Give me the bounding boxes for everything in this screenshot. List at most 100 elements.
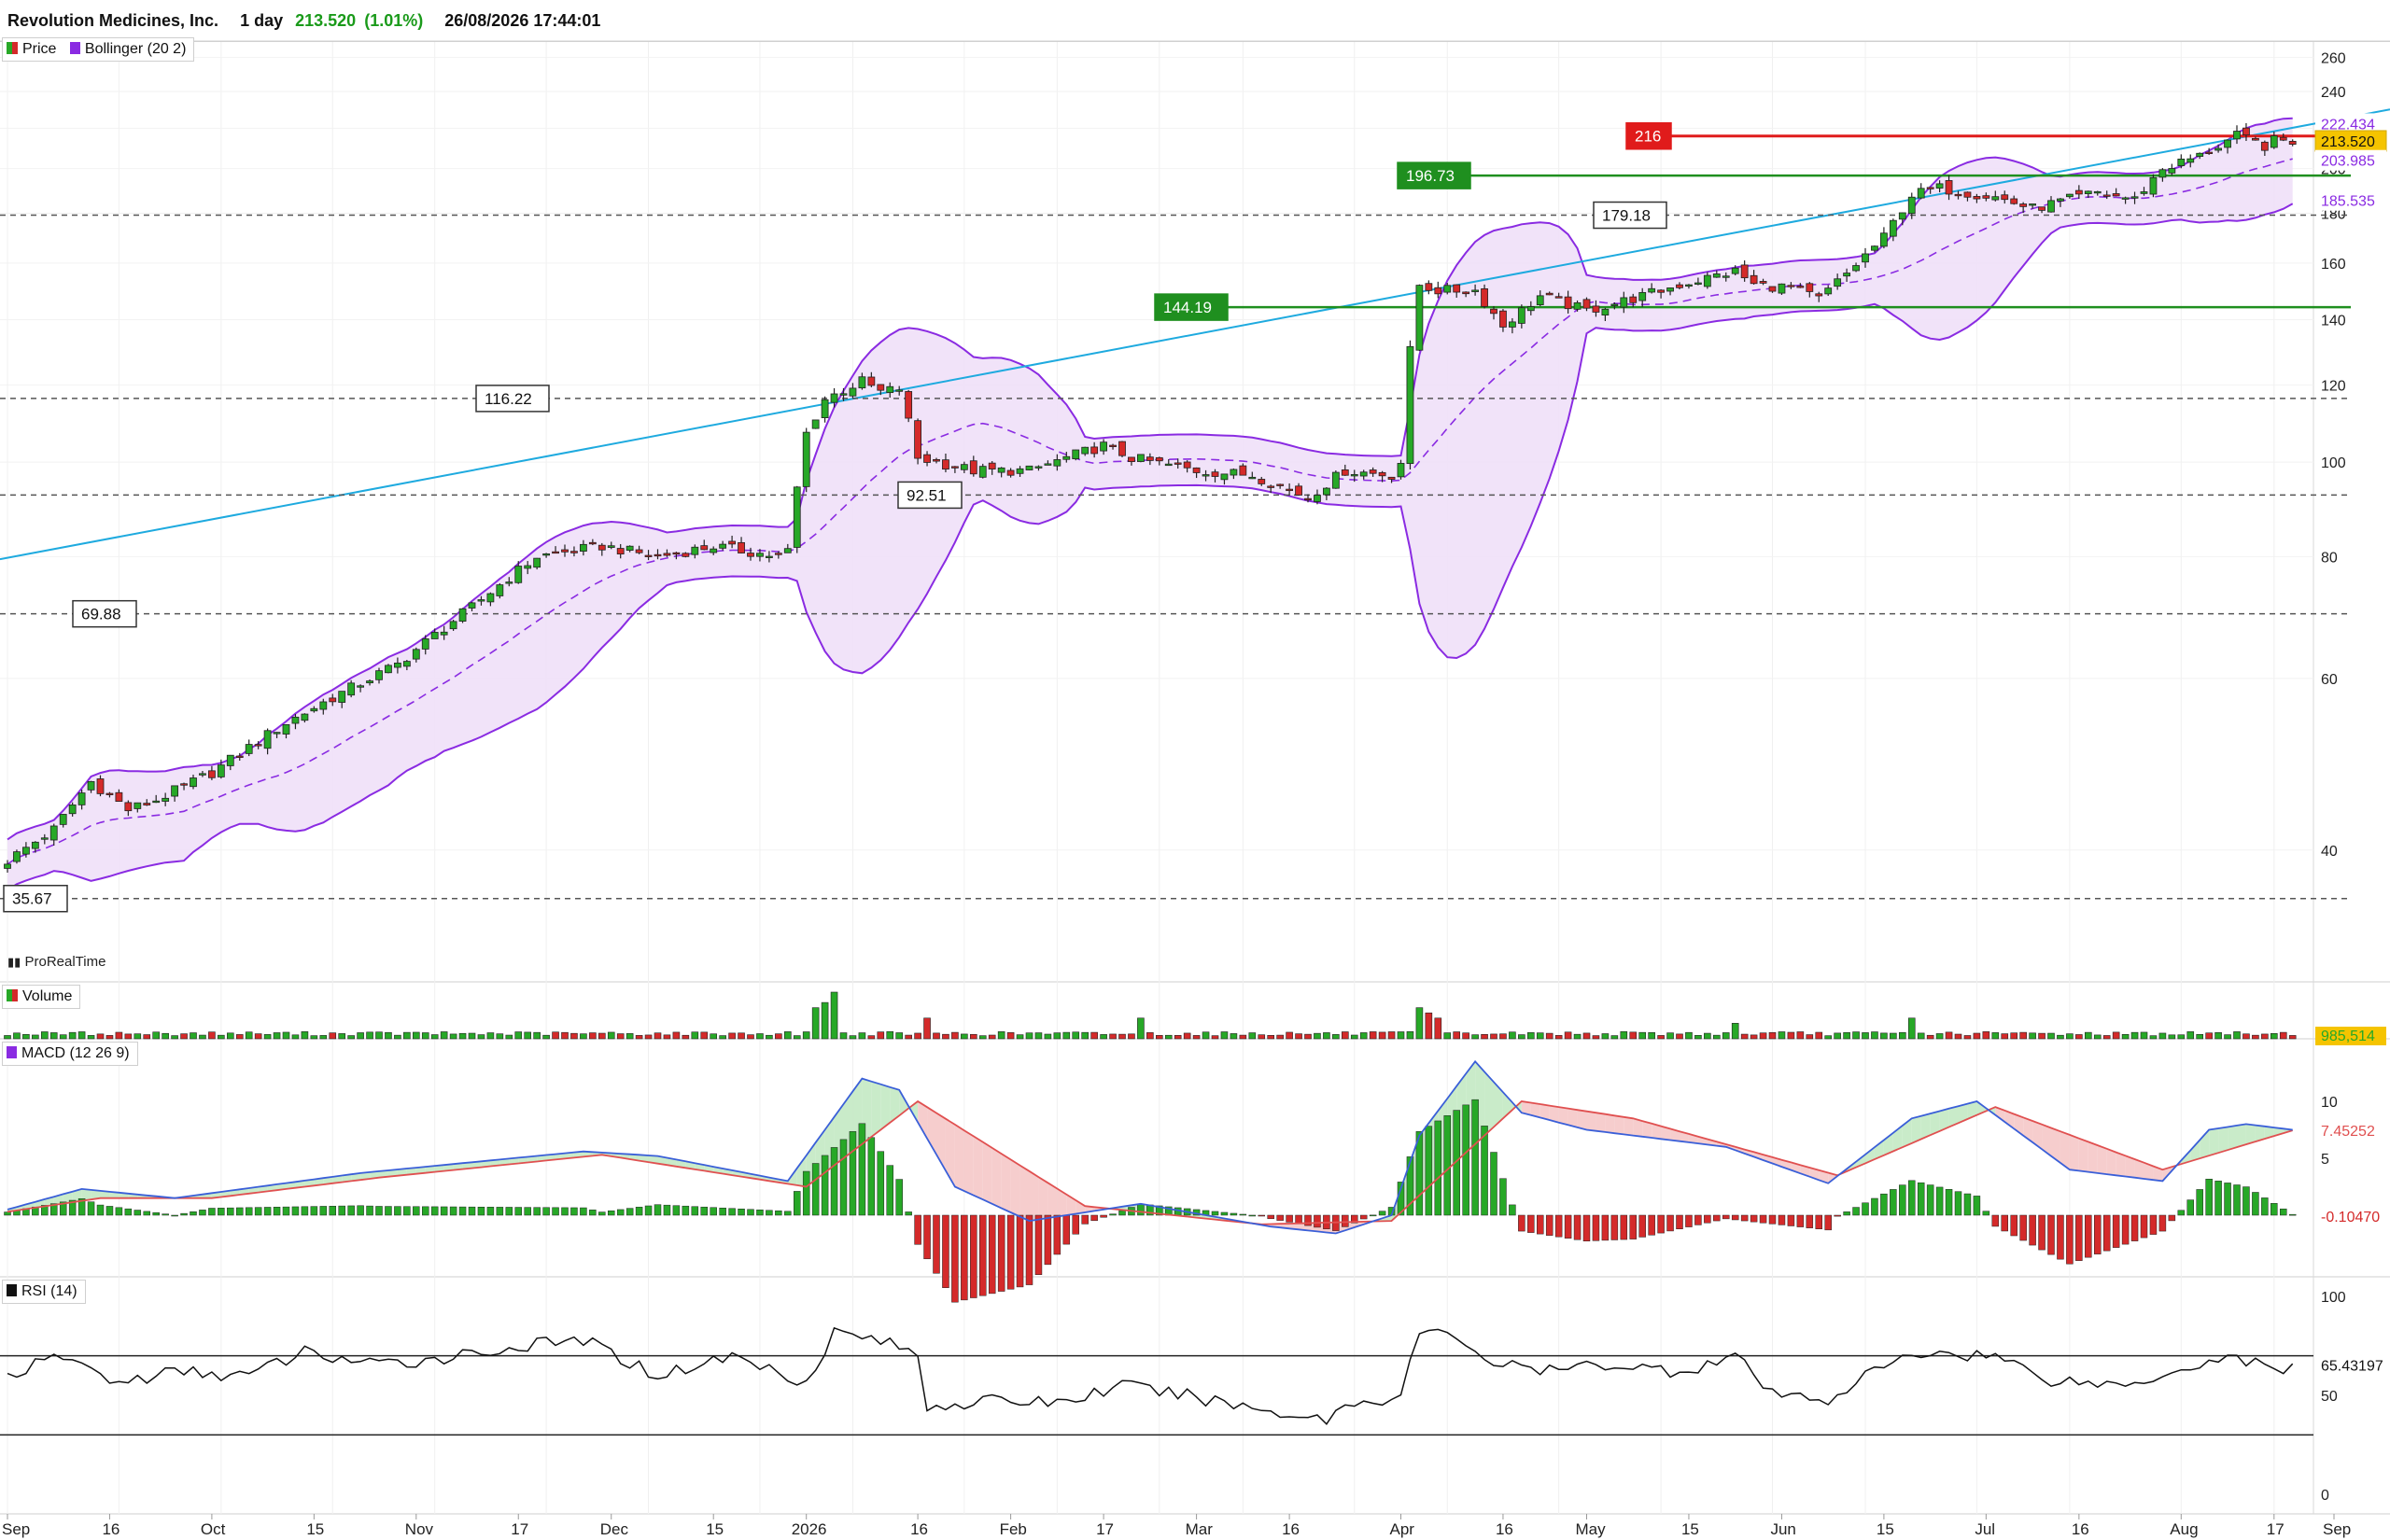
volume-bar xyxy=(607,1031,615,1040)
time-axis-label: 16 xyxy=(910,1520,928,1538)
macd-histogram-bar xyxy=(1016,1214,1024,1288)
volume-bar xyxy=(412,1031,420,1040)
macd-histogram-bar xyxy=(886,1165,893,1216)
axis-label-histogram: -0.10470 xyxy=(2321,1210,2380,1225)
candle-body xyxy=(1323,487,1330,496)
candle-body xyxy=(49,825,58,841)
candle-body xyxy=(2074,189,2083,195)
macd-histogram-bar xyxy=(2261,1197,2269,1216)
macd-histogram-bar xyxy=(1378,1211,1386,1216)
volume-bar xyxy=(2205,1032,2213,1040)
macd-histogram-bar xyxy=(1582,1214,1591,1242)
macd-cloud xyxy=(871,1081,881,1138)
macd-cloud xyxy=(2078,1138,2088,1172)
macd-histogram-bar xyxy=(1081,1214,1089,1225)
volume-bar xyxy=(486,1032,495,1040)
macd-histogram-bar xyxy=(979,1214,987,1296)
volume-bar xyxy=(1006,1032,1015,1040)
volume-bar xyxy=(477,1034,485,1040)
macd-histogram-bar xyxy=(811,1163,820,1216)
macd-histogram-bar xyxy=(1100,1214,1107,1218)
macd-histogram-bar xyxy=(626,1208,634,1216)
bollinger-band-fill xyxy=(7,118,2293,890)
volume-bar xyxy=(1796,1031,1805,1040)
macd-tick-label: 10 xyxy=(2321,1095,2338,1111)
legend-volume[interactable]: Volume xyxy=(2,985,81,1009)
volume-bar xyxy=(310,1035,318,1040)
macd-cloud xyxy=(2218,1127,2228,1154)
candle-body xyxy=(1481,287,1488,307)
volume-bar xyxy=(1704,1032,1711,1040)
time-axis-label: 17 xyxy=(1096,1520,1114,1538)
candle-body xyxy=(1685,284,1693,287)
macd-histogram-bar xyxy=(580,1207,587,1216)
volume-bar xyxy=(134,1033,142,1040)
macd-histogram-bar xyxy=(2001,1214,2008,1232)
volume-bar xyxy=(783,1031,792,1040)
macd-histogram-bar xyxy=(533,1207,541,1216)
volume-bar xyxy=(2252,1034,2259,1040)
candle-body xyxy=(1443,285,1452,293)
candle-body xyxy=(738,541,745,553)
volume-bar xyxy=(468,1032,476,1040)
macd-histogram-bar xyxy=(1713,1214,1721,1222)
candle-body xyxy=(1434,287,1442,295)
macd-histogram-bar xyxy=(208,1208,216,1216)
candle-body xyxy=(115,791,123,803)
macd-histogram-bar xyxy=(87,1201,95,1216)
macd-histogram-bar xyxy=(766,1210,773,1216)
macd-cloud xyxy=(2106,1148,2116,1176)
candle-body xyxy=(31,841,39,849)
chart-canvas[interactable]: 260240220200180160140120100806040216196.… xyxy=(0,0,2390,1540)
time-axis-label: Nov xyxy=(405,1520,434,1538)
volume-bar xyxy=(644,1034,653,1040)
legend-macd[interactable]: MACD (12 26 9) xyxy=(2,1042,138,1066)
volume-bar xyxy=(124,1033,133,1040)
volume-bar xyxy=(1220,1031,1229,1040)
macd-histogram-bar xyxy=(1220,1211,1229,1216)
candle-body xyxy=(533,557,541,568)
macd-histogram-bar xyxy=(496,1207,504,1216)
macd-histogram-bar xyxy=(1490,1152,1497,1216)
macd-histogram-bar xyxy=(710,1207,717,1216)
volume-bar xyxy=(171,1035,178,1040)
candle-body xyxy=(412,649,420,660)
candle-body xyxy=(124,802,133,812)
legend-rsi[interactable]: RSI (14) xyxy=(2,1280,86,1304)
time-axis-label: May xyxy=(1576,1520,1607,1538)
candle-body xyxy=(561,549,569,553)
level-label-116.22: 116.22 xyxy=(485,390,532,408)
macd-histogram-bar xyxy=(1963,1193,1972,1216)
volume-bar xyxy=(1164,1034,1173,1040)
macd-histogram-bar xyxy=(357,1205,364,1216)
macd-histogram-bar xyxy=(1109,1213,1117,1216)
macd-histogram-bar xyxy=(394,1206,401,1216)
candle-body xyxy=(1295,485,1302,496)
macd-histogram-bar xyxy=(1118,1210,1126,1216)
macd-histogram-bar xyxy=(691,1206,699,1216)
legend-price-bollinger[interactable]: Price Bollinger (20 2) xyxy=(2,37,195,62)
candle-body xyxy=(942,459,949,470)
macd-histogram-bar xyxy=(2102,1214,2111,1252)
macd-histogram-bar xyxy=(988,1214,996,1295)
candle-body xyxy=(1230,469,1238,476)
volume-bar xyxy=(1685,1031,1693,1040)
price-tick-label: 40 xyxy=(2321,844,2338,860)
macd-histogram-bar xyxy=(2057,1214,2064,1260)
macd-histogram-bar xyxy=(505,1207,513,1216)
axis-label-volume: 985,514 xyxy=(2321,1029,2375,1044)
candle-body xyxy=(635,549,643,553)
volume-bar xyxy=(77,1031,86,1040)
volume-bar xyxy=(580,1033,587,1040)
time-axis-label: 16 xyxy=(102,1520,120,1538)
candle-body xyxy=(162,797,170,802)
candle-body xyxy=(783,548,792,553)
candle-body xyxy=(747,553,754,557)
macd-histogram-bar xyxy=(338,1205,345,1216)
volume-bar xyxy=(2270,1033,2278,1040)
volume-bar xyxy=(1276,1034,1284,1040)
macd-histogram-bar xyxy=(1620,1214,1628,1240)
volume-bar xyxy=(2075,1034,2083,1040)
volume-bar xyxy=(1787,1031,1795,1040)
candle-body xyxy=(616,548,625,555)
